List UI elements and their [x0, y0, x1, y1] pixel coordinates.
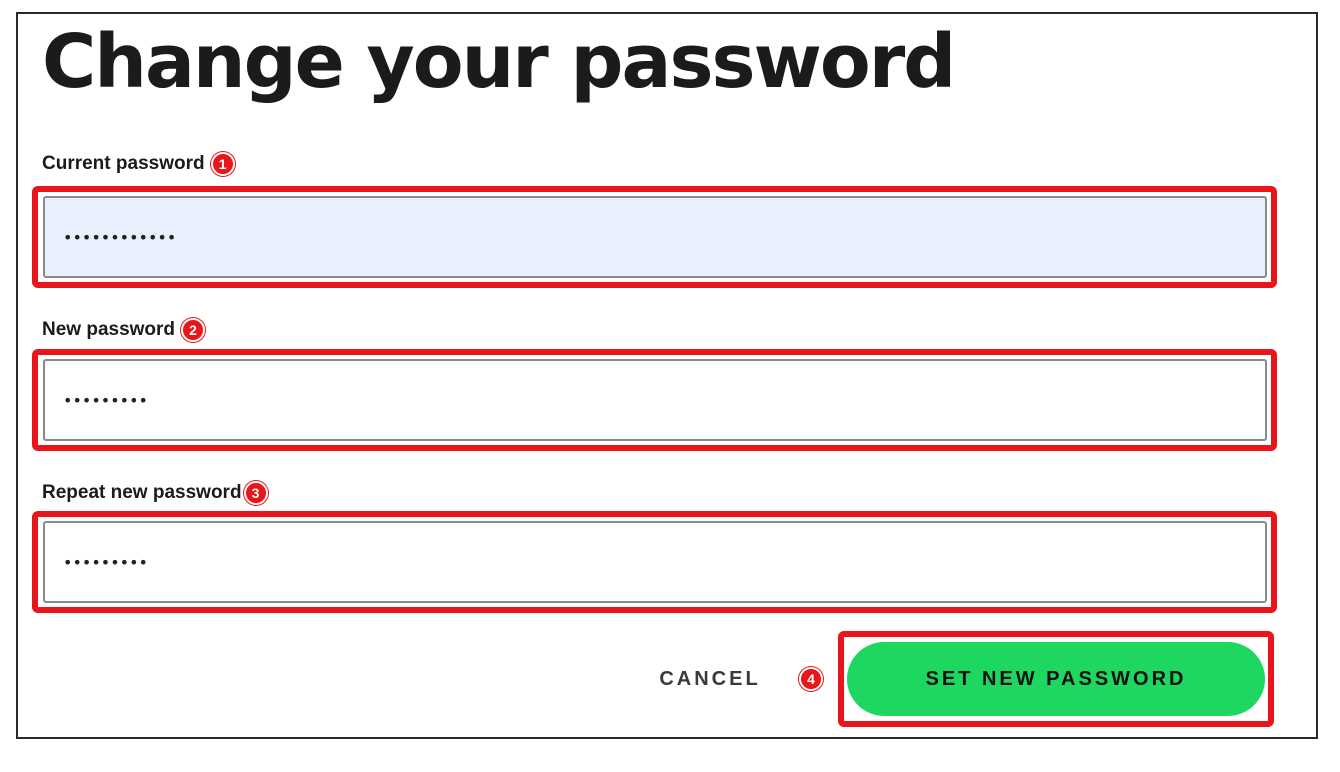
step-marker-2: 2 [181, 318, 206, 342]
new-password-label-row: New password 2 [42, 318, 206, 342]
set-new-password-button[interactable]: SET NEW PASSWORD [847, 642, 1265, 716]
current-password-input[interactable] [45, 198, 1265, 276]
current-password-field[interactable] [43, 196, 1267, 278]
repeat-password-input[interactable] [45, 523, 1265, 601]
repeat-password-label: Repeat new password [42, 482, 242, 503]
step-marker-4: 4 [799, 667, 823, 691]
new-password-label: New password [42, 319, 176, 340]
step-marker-1: 1 [210, 152, 235, 176]
page-title: Change your password [42, 19, 956, 105]
repeat-password-label-row: Repeat new password 3 [42, 481, 268, 505]
current-password-label-row: Current password 1 [42, 152, 235, 176]
step-marker-3: 3 [243, 481, 268, 505]
repeat-password-field[interactable] [43, 521, 1267, 603]
current-password-label: Current password [42, 153, 205, 174]
new-password-input[interactable] [45, 361, 1265, 439]
new-password-field[interactable] [43, 359, 1267, 441]
cancel-button[interactable]: CANCEL [640, 660, 780, 698]
